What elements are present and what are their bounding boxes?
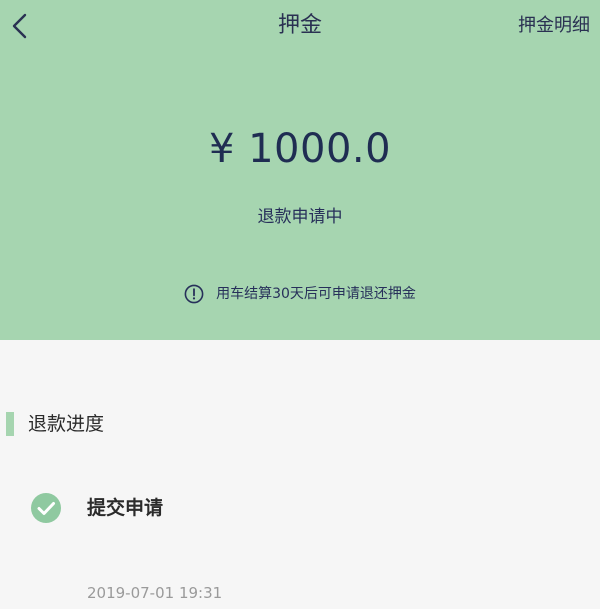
check-circle-icon xyxy=(30,492,62,524)
refund-notice: 用车结算30天后可申请退还押金 xyxy=(0,284,600,304)
section-title: 退款进度 xyxy=(28,413,105,435)
deposit-amount: ¥ 1000.0 xyxy=(208,126,392,172)
deposit-header: 押金 押金明细 ¥ 1000.0 退款申请中 用车结算30天后可申请退还押金 xyxy=(0,0,600,340)
step-timestamp: 2019-07-01 19:31 xyxy=(87,584,223,602)
section-accent-bar xyxy=(6,412,14,436)
back-button[interactable] xyxy=(6,10,36,42)
chevron-left-icon xyxy=(6,10,36,42)
step-title: 提交申请 xyxy=(87,497,164,519)
page-title: 押金 xyxy=(277,13,322,38)
info-circle-icon xyxy=(184,284,204,304)
refund-status: 退款申请中 xyxy=(257,207,343,227)
notice-text: 用车结算30天后可申请退还押金 xyxy=(216,286,416,302)
deposit-detail-link[interactable]: 押金明细 xyxy=(518,12,590,40)
refund-progress-panel: 退款进度 提交申请 2019-07-01 19:31 xyxy=(0,340,600,609)
